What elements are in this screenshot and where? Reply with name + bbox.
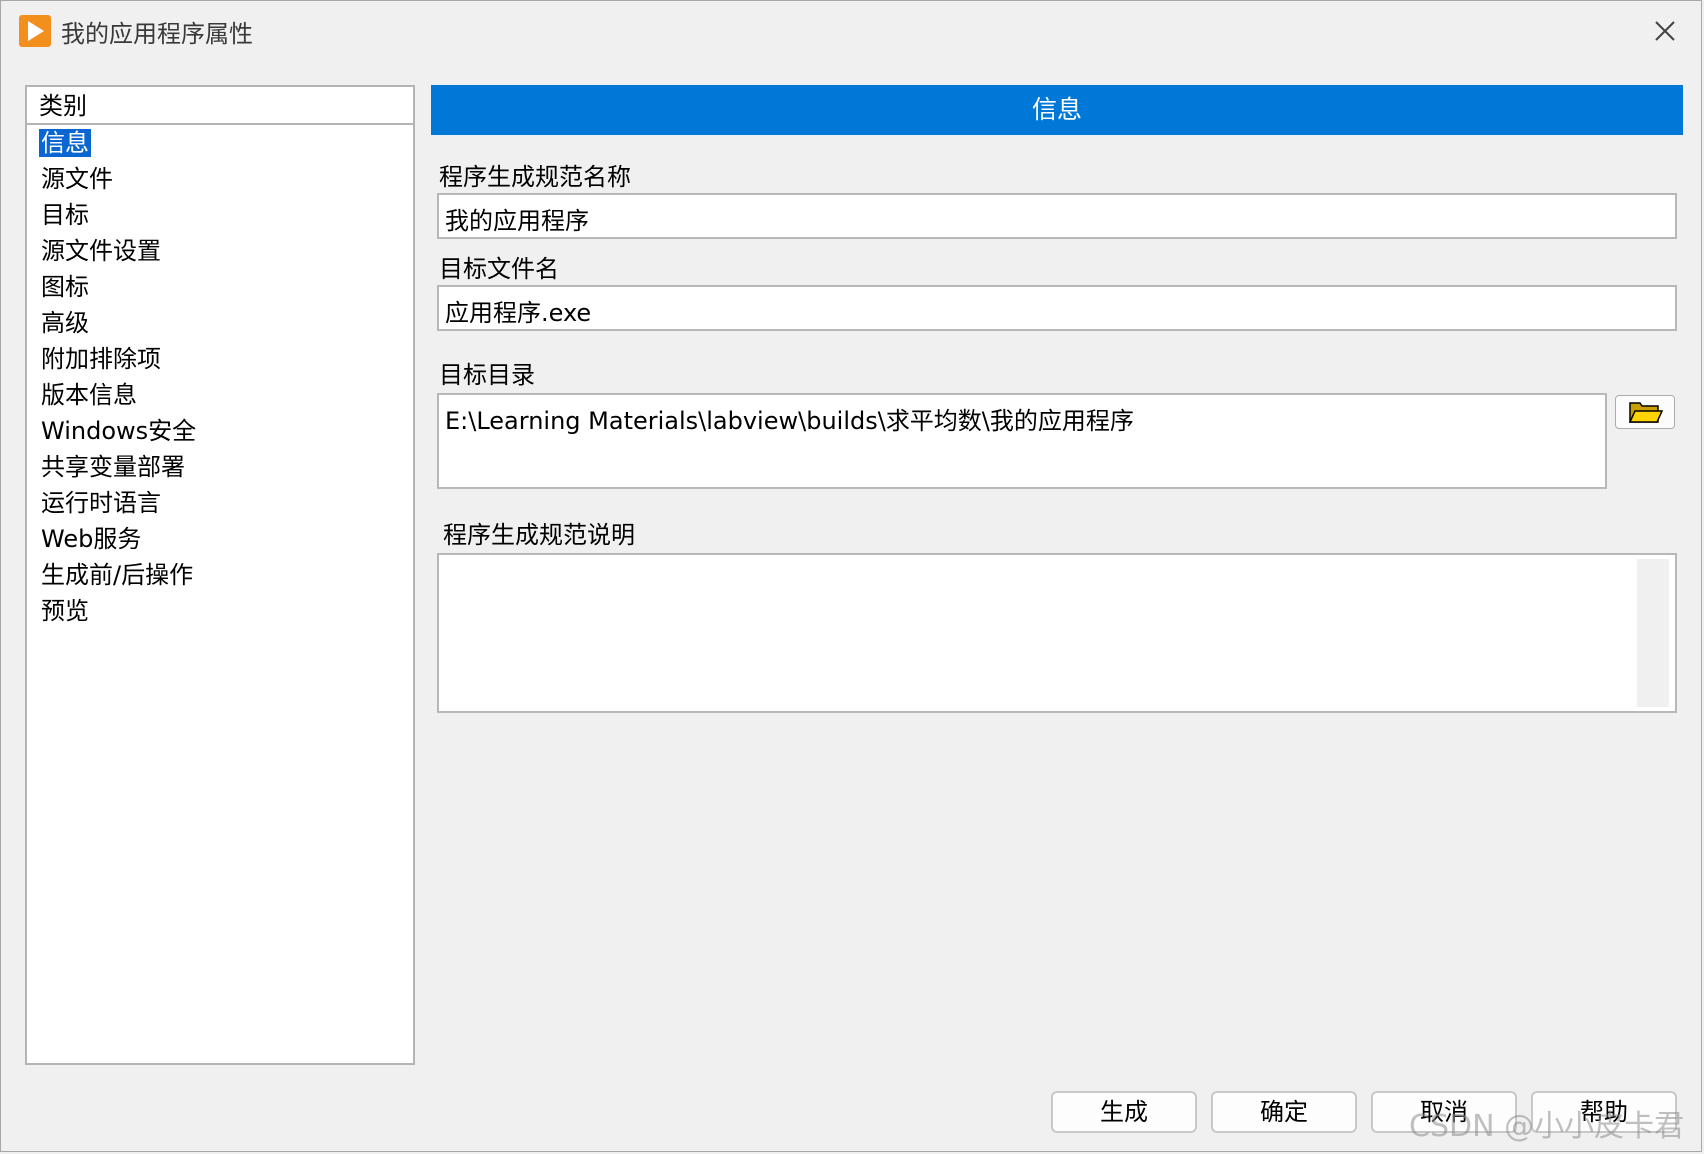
category-item-info[interactable]: 信息 — [27, 125, 413, 161]
category-item-windows-security[interactable]: Windows安全 — [27, 413, 413, 449]
build-spec-name-label: 程序生成规范名称 — [439, 163, 631, 191]
watermark: CSDN @小小皮卡君 — [1409, 1109, 1685, 1144]
category-item-icon[interactable]: 图标 — [27, 269, 413, 305]
category-item-shared-variable-deployment[interactable]: 共享变量部署 — [27, 449, 413, 485]
browse-button[interactable] — [1615, 395, 1675, 429]
category-item-additional-exclusions[interactable]: 附加排除项 — [27, 341, 413, 377]
build-spec-name-field[interactable]: 我的应用程序 — [437, 193, 1677, 239]
category-list: 信息 源文件 目标 源文件设置 图标 高级 附加排除项 版本信息 Windows… — [27, 125, 413, 629]
folder-open-icon — [1629, 402, 1663, 423]
close-button[interactable] — [1647, 13, 1683, 49]
description-label: 程序生成规范说明 — [443, 521, 635, 549]
section-header: 信息 — [431, 85, 1683, 135]
target-filename-field[interactable]: 应用程序.exe — [437, 285, 1677, 331]
build-button[interactable]: 生成 — [1051, 1091, 1197, 1133]
category-item-web-services[interactable]: Web服务 — [27, 521, 413, 557]
category-item-target[interactable]: 目标 — [27, 197, 413, 233]
category-item-runtime-languages[interactable]: 运行时语言 — [27, 485, 413, 521]
target-directory-label: 目标目录 — [439, 361, 535, 389]
category-panel: 类别 信息 源文件 目标 源文件设置 图标 高级 附加排除项 版本信息 Wind… — [25, 85, 415, 1065]
labview-play-icon — [19, 15, 51, 47]
window-title: 我的应用程序属性 — [61, 20, 253, 48]
category-item-advanced[interactable]: 高级 — [27, 305, 413, 341]
target-filename-label: 目标文件名 — [439, 255, 559, 283]
target-directory-field[interactable]: E:\Learning Materials\labview\builds\求平均… — [437, 393, 1607, 489]
description-field[interactable] — [437, 553, 1677, 713]
category-header: 类别 — [27, 87, 413, 125]
ok-button[interactable]: 确定 — [1211, 1091, 1357, 1133]
description-scrollbar[interactable] — [1637, 559, 1669, 707]
description-text — [439, 555, 1675, 567]
category-item-source-files[interactable]: 源文件 — [27, 161, 413, 197]
close-icon — [1655, 21, 1675, 41]
category-item-pre-post-build[interactable]: 生成前/后操作 — [27, 557, 413, 593]
category-item-preview[interactable]: 预览 — [27, 593, 413, 629]
properties-dialog: 我的应用程序属性 类别 信息 源文件 目标 源文件设置 图标 高级 附加排除项 … — [0, 0, 1702, 1152]
title-bar: 我的应用程序属性 — [1, 1, 1701, 61]
category-item-version-info[interactable]: 版本信息 — [27, 377, 413, 413]
category-item-source-file-settings[interactable]: 源文件设置 — [27, 233, 413, 269]
